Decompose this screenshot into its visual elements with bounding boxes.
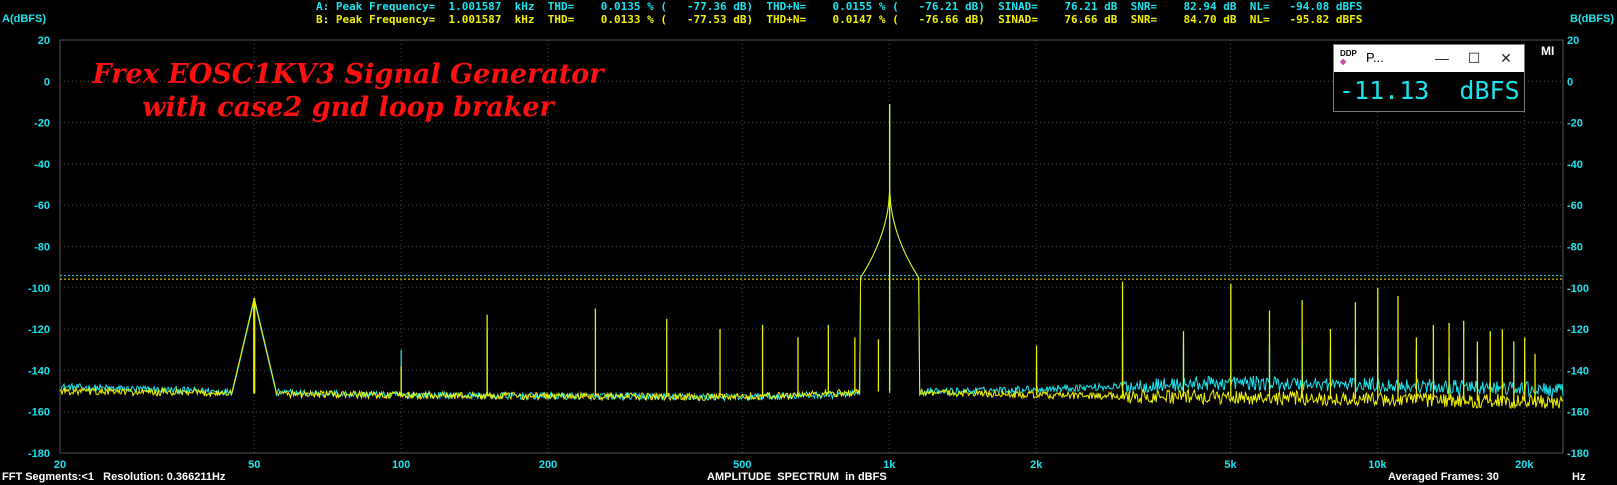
- y-axis-right-ticks: 20 0 -20 -40 -60 -80 -100 -120 -140 -160 -180: [1567, 35, 1589, 460]
- y-axis-label-right: B(dBFS): [1570, 13, 1614, 25]
- x-tick-3: 200: [539, 459, 557, 471]
- app-logo-icon: DDP ◆: [1340, 49, 1357, 66]
- level-window-titlebar[interactable]: DDP ◆ P... — ☐ ✕: [1334, 45, 1524, 72]
- noise-level-lines: [60, 275, 1563, 280]
- x-axis-ticks: 20 50 100 200 500 1k 2k 5k 10k 20k: [54, 459, 1535, 471]
- y-tick-right-2: -20: [1567, 118, 1583, 130]
- chart-bottom-title: AMPLITUDE SPECTRUM in dBFS: [707, 471, 887, 483]
- maximize-icon[interactable]: ☐: [1462, 48, 1486, 68]
- level-meter-window[interactable]: DDP ◆ P... — ☐ ✕ -11.13 dBFS: [1333, 44, 1525, 112]
- x-axis-unit: Hz: [1572, 471, 1586, 483]
- series-b-trace: [59, 104, 1564, 410]
- x-tick-4: 500: [733, 459, 751, 471]
- minimize-icon[interactable]: —: [1430, 48, 1454, 68]
- y-tick-right-9: -160: [1567, 407, 1589, 419]
- overlay-title-line-1: Frex EOSC1KV3 Signal Generator: [92, 59, 604, 90]
- y-tick-left-10: -180: [28, 448, 50, 460]
- level-readout: -11.13 dBFS: [1339, 76, 1520, 105]
- y-tick-right-4: -60: [1567, 200, 1583, 212]
- x-tick-5: 1k: [883, 459, 896, 471]
- x-tick-7: 5k: [1224, 459, 1237, 471]
- y-axis-left-ticks: 200-20-40-60-80-100-120-140-160-180: [28, 35, 50, 460]
- y-tick-right-6: -100: [1567, 283, 1589, 295]
- y-tick-left-3: -40: [34, 159, 50, 171]
- y-tick-left-5: -80: [34, 242, 50, 254]
- averaged-frames: Averaged Frames: 30: [1388, 471, 1499, 483]
- x-tick-9: 20k: [1515, 459, 1534, 471]
- y-tick-left-4: -60: [34, 200, 50, 212]
- y-tick-right-3: -40: [1567, 159, 1583, 171]
- x-tick-6: 2k: [1030, 459, 1043, 471]
- y-tick-left-0: 20: [38, 35, 50, 47]
- y-tick-left-8: -140: [28, 365, 50, 377]
- y-tick-right-5: -80: [1567, 242, 1583, 254]
- y-axis-label-left: A(dBFS): [2, 13, 46, 25]
- y-tick-right-7: -120: [1567, 324, 1589, 336]
- series-a-trace: [60, 104, 1564, 403]
- spectrum-analyzer-view: A: Peak Frequency= 1.001587 kHz THD= 0.0…: [0, 0, 1617, 485]
- y-tick-left-6: -100: [28, 283, 50, 295]
- corner-tag: MI: [1541, 44, 1555, 58]
- y-tick-right-0: 20: [1567, 35, 1579, 47]
- fft-info: FFT Segments:<1 Resolution: 0.366211Hz: [2, 471, 226, 483]
- y-tick-right-8: -140: [1567, 365, 1589, 377]
- overlay-title-line-2: with case2 gnd loop braker: [142, 92, 554, 123]
- level-window-title: P...: [1366, 50, 1384, 65]
- x-tick-0: 20: [54, 459, 66, 471]
- x-tick-2: 100: [392, 459, 410, 471]
- noise-trace-A: [60, 189, 1564, 403]
- close-icon[interactable]: ✕: [1494, 48, 1518, 68]
- noise-trace-B: [59, 189, 1564, 410]
- chart-overlay-title: Frex EOSC1KV3 Signal Generator with case…: [48, 58, 648, 124]
- x-tick-8: 10k: [1368, 459, 1387, 471]
- y-tick-right-1: 0: [1567, 76, 1573, 88]
- y-tick-left-7: -120: [28, 324, 50, 336]
- y-tick-left-9: -160: [28, 407, 50, 419]
- x-tick-1: 50: [248, 459, 260, 471]
- y-tick-right-10: -180: [1567, 448, 1589, 460]
